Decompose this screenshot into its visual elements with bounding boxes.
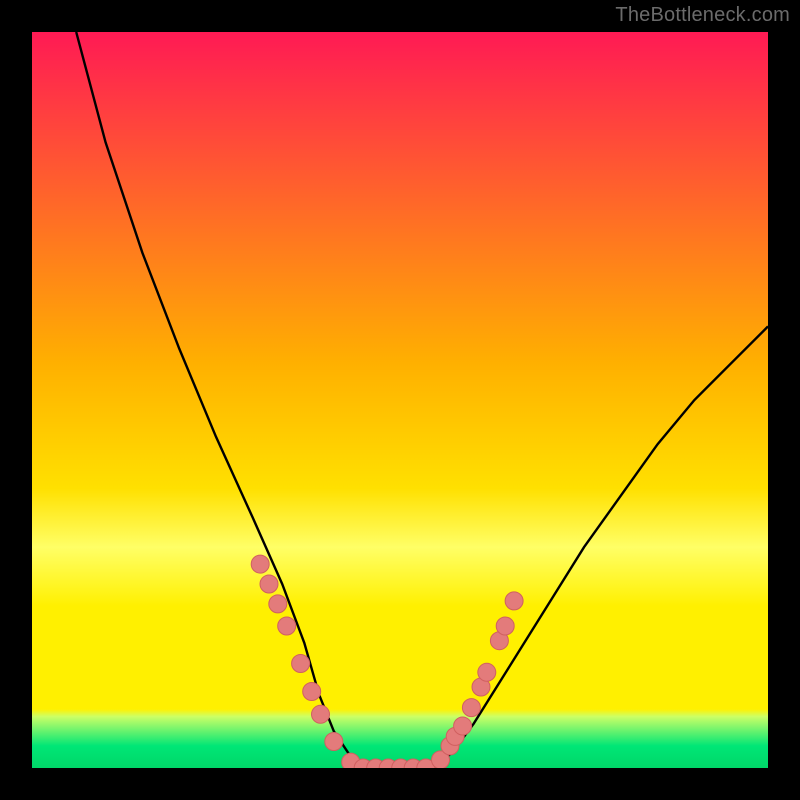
marker-right-cluster bbox=[478, 663, 496, 681]
marker-right-cluster bbox=[454, 717, 472, 735]
marker-left-cluster bbox=[325, 733, 343, 751]
marker-right-cluster bbox=[462, 699, 480, 717]
marker-left-cluster bbox=[269, 595, 287, 613]
marker-left-cluster bbox=[251, 555, 269, 573]
marker-left-cluster bbox=[303, 683, 321, 701]
gradient-background bbox=[32, 32, 768, 768]
marker-left-cluster bbox=[292, 655, 310, 673]
chart-svg bbox=[32, 32, 768, 768]
marker-left-cluster bbox=[278, 617, 296, 635]
marker-right-cluster bbox=[496, 617, 514, 635]
marker-left-cluster bbox=[260, 575, 278, 593]
stage: TheBottleneck.com bbox=[0, 0, 800, 800]
marker-right-cluster bbox=[505, 592, 523, 610]
watermark-text: TheBottleneck.com bbox=[615, 4, 790, 27]
plot-area bbox=[32, 32, 768, 768]
marker-left-cluster bbox=[312, 705, 330, 723]
